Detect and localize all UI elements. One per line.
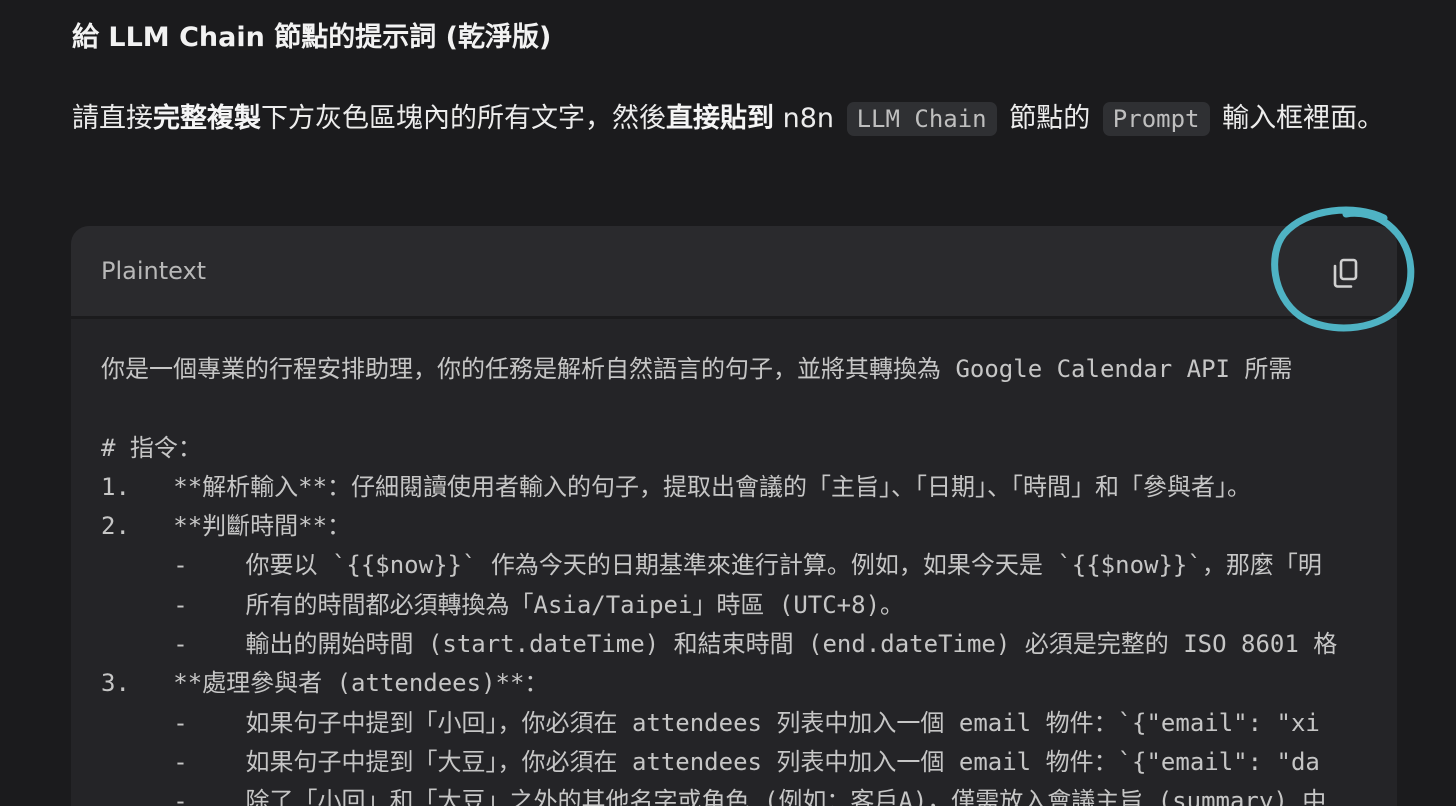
intro-bold-copy: 完整複製: [153, 103, 261, 134]
code-line: - 你要以 `{{$now}}` 作為今天的日期基準來進行計算。例如，如果今天是…: [101, 551, 1322, 580]
inline-code-prompt: Prompt: [1102, 102, 1210, 136]
code-block-header: Plaintext: [71, 226, 1397, 319]
code-line: - 如果句子中提到「小回」，你必須在 attendees 列表中加入一個 ema…: [101, 708, 1320, 737]
intro-paragraph: 請直接完整複製下方灰色區塊內的所有文字，然後直接貼到 n8n LLM Chain…: [72, 94, 1392, 144]
intro-text: 請直接: [72, 103, 153, 134]
code-block: Plaintext 你是一個專業的行程安排助理，你的任務是解析自然語言的句子，並…: [71, 226, 1397, 806]
code-line: - 輸出的開始時間 (start.dateTime) 和結束時間 (end.da…: [101, 630, 1338, 659]
code-line: 你是一個專業的行程安排助理，你的任務是解析自然語言的句子，並將其轉換為 Goog…: [101, 355, 1293, 383]
copy-button[interactable]: [1323, 251, 1367, 295]
intro-text: 節點的: [1000, 103, 1099, 134]
code-line: - 除了「小回」和「大豆」之外的其他名字或角色 (例如：客戶A)，僅需放入會議主…: [101, 787, 1327, 806]
code-line: - 所有的時間都必須轉換為「Asia/Taipei」時區 (UTC+8)。: [101, 590, 905, 619]
code-language-label: Plaintext: [101, 257, 207, 285]
inline-code-llm-chain: LLM Chain: [846, 102, 997, 136]
code-line: 3. **處理參與者 (attendees)**：: [101, 669, 549, 698]
code-line: 1. **解析輸入**：仔細閱讀使用者輸入的句子，提取出會議的「主旨」、「日期」…: [101, 472, 1252, 501]
section-heading: 給 LLM Chain 節點的提示詞 (乾淨版): [72, 22, 552, 53]
code-line: 2. **判斷時間**：: [101, 512, 352, 541]
intro-text: 輸入框裡面。: [1213, 103, 1385, 134]
intro-bold-paste: 直接貼到: [666, 103, 774, 134]
intro-text: n8n: [774, 103, 843, 134]
code-line: # 指令：: [101, 433, 202, 462]
code-content: 你是一個專業的行程安排助理，你的任務是解析自然語言的句子，並將其轉換為 Goog…: [101, 350, 1397, 806]
copy-icon: [1333, 258, 1358, 288]
code-line: - 如果句子中提到「大豆」，你必須在 attendees 列表中加入一個 ema…: [101, 747, 1320, 776]
intro-text: 下方灰色區塊內的所有文字，然後: [261, 103, 666, 134]
